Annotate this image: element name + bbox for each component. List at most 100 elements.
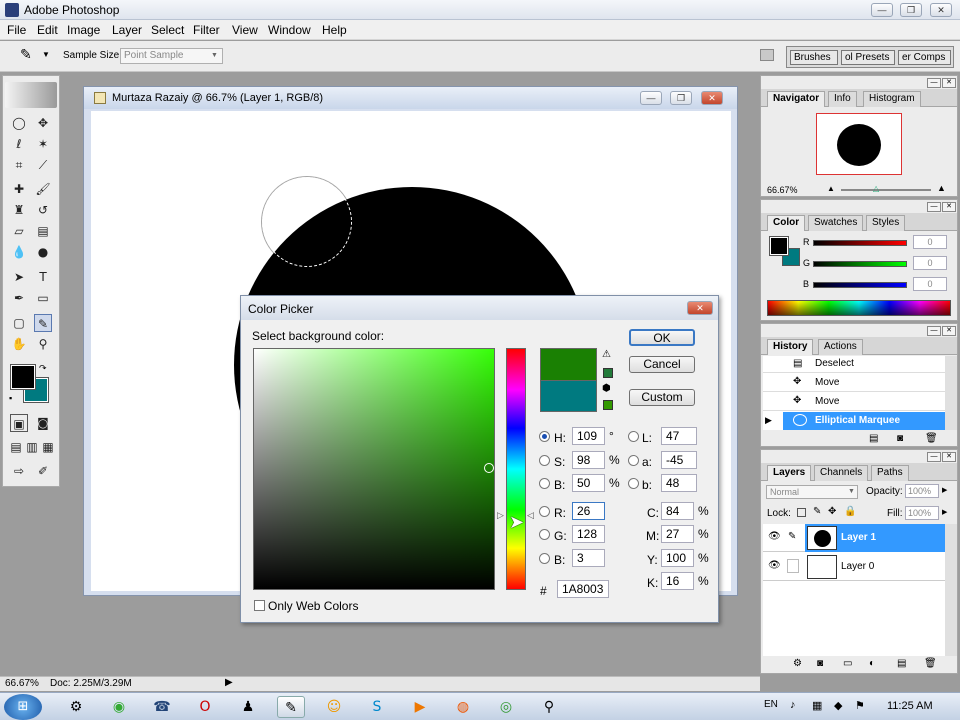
cancel-button[interactable]: Cancel xyxy=(629,356,695,373)
radio-h[interactable] xyxy=(539,431,550,442)
menu-select[interactable]: Select xyxy=(151,23,184,37)
tray-network-icon[interactable]: ▦ xyxy=(812,699,822,712)
close-button[interactable]: ✕ xyxy=(930,3,952,17)
layer-style-icon[interactable]: ◙ xyxy=(817,658,823,669)
panel-foreground-swatch[interactable] xyxy=(769,236,789,256)
shape-tool-icon[interactable]: ▭ xyxy=(34,289,52,307)
taskbar-app-12-icon[interactable]: ⚲ xyxy=(535,696,563,718)
hue-slider-left-arrow[interactable]: ▷ xyxy=(497,510,504,521)
well-tab-brushes[interactable]: Brushes xyxy=(790,50,838,65)
type-tool-icon[interactable]: T xyxy=(34,268,52,286)
gradient-tool-icon[interactable]: ▤ xyxy=(34,222,52,240)
radio-lab-b[interactable] xyxy=(628,478,639,489)
taskbar-skype-icon[interactable]: S xyxy=(363,696,391,718)
web-safe-cube-icon[interactable]: ⬢ xyxy=(602,383,611,394)
new-document-from-state-icon[interactable]: ▤ xyxy=(869,433,878,444)
sample-size-select[interactable]: Point Sample ▼ xyxy=(120,48,223,64)
custom-button[interactable]: Custom xyxy=(629,389,695,406)
minimize-button[interactable]: — xyxy=(871,3,893,17)
field-blue[interactable]: 3 xyxy=(572,549,605,567)
panel-minimize-button[interactable]: — xyxy=(927,78,941,88)
clock[interactable]: 11:25 AM xyxy=(887,700,933,712)
panel-close-button[interactable]: ✕ xyxy=(942,78,956,88)
fill-field[interactable]: 100% xyxy=(905,506,939,520)
history-item-active[interactable]: ▶ Elliptical Marquee xyxy=(765,412,945,430)
taskbar-messenger-icon[interactable]: ☺ xyxy=(320,696,348,718)
new-group-icon[interactable]: ▭ xyxy=(843,658,852,669)
web-safe-swatch[interactable] xyxy=(603,400,613,410)
doc-minimize-button[interactable]: — xyxy=(640,91,662,105)
lock-transparency-icon[interactable] xyxy=(797,508,806,517)
gamut-warning-icon[interactable]: ⚠ xyxy=(602,349,611,360)
crop-tool-icon[interactable]: ⌗ xyxy=(10,156,28,174)
zoom-slider[interactable] xyxy=(841,189,931,191)
magic-wand-icon[interactable]: ✶ xyxy=(34,135,52,153)
tab-history[interactable]: History xyxy=(767,339,814,355)
brush-link-icon[interactable]: ✎ xyxy=(788,531,796,542)
well-tab-layer-comps[interactable]: er Comps xyxy=(898,50,951,65)
doc-maximize-button[interactable]: ❐ xyxy=(670,91,692,105)
slice-tool-icon[interactable]: ⟋ xyxy=(34,156,52,174)
history-item[interactable]: ▤ Deselect xyxy=(763,356,945,373)
layers-minimize-button[interactable]: — xyxy=(927,452,941,462)
file-browser-icon[interactable] xyxy=(760,49,774,61)
lock-all-icon[interactable]: 🔒 xyxy=(844,506,856,517)
field-r[interactable]: 26 xyxy=(572,502,605,520)
color-panel-close-button[interactable]: ✕ xyxy=(942,202,956,212)
field-s[interactable]: 98 xyxy=(572,451,605,469)
doc-close-button[interactable]: ✕ xyxy=(701,91,723,105)
field-channel-r[interactable]: 0 xyxy=(913,235,947,249)
hand-tool-icon[interactable]: ✋ xyxy=(10,335,28,353)
taskbar-opera-icon[interactable]: O xyxy=(191,696,219,718)
tray-app-icon[interactable]: ◆ xyxy=(834,699,842,712)
screen-mode-full-icon[interactable]: ▦ xyxy=(39,438,57,456)
taskbar-app-5-icon[interactable]: ♟ xyxy=(234,696,262,718)
eyedropper-icon[interactable]: ✎ xyxy=(20,47,32,63)
marquee-tool-icon[interactable]: ◯ xyxy=(10,114,28,132)
tab-actions[interactable]: Actions xyxy=(818,339,863,355)
history-close-button[interactable]: ✕ xyxy=(942,326,956,336)
new-snapshot-icon[interactable]: ◙ xyxy=(897,433,903,444)
current-color-swatch[interactable] xyxy=(540,380,597,412)
color-panel-minimize-button[interactable]: — xyxy=(927,202,941,212)
taskbar-chrome-icon[interactable]: ◎ xyxy=(492,696,520,718)
visibility-eye-icon[interactable]: 👁 xyxy=(768,531,781,542)
move-tool-icon[interactable]: ✥ xyxy=(34,114,52,132)
pen-tool-icon[interactable]: ✒ xyxy=(10,289,28,307)
status-menu-arrow-icon[interactable]: ▶ xyxy=(225,677,233,688)
eraser-tool-icon[interactable]: ▱ xyxy=(10,222,28,240)
feather-logo[interactable] xyxy=(5,82,57,108)
color-field[interactable] xyxy=(253,348,495,590)
field-channel-g[interactable]: 0 xyxy=(913,256,947,270)
opacity-field[interactable]: 100% xyxy=(905,484,939,498)
field-y[interactable]: 100 xyxy=(661,549,694,567)
default-colors-icon[interactable]: ▪ xyxy=(9,393,12,403)
taskbar-app-2-icon[interactable]: ◉ xyxy=(105,696,133,718)
brush-tool-icon[interactable]: 🖌 xyxy=(34,180,52,198)
navigator-thumbnail[interactable] xyxy=(816,113,902,175)
radio-blue[interactable] xyxy=(539,553,550,564)
quick-mask-icon[interactable]: ◙ xyxy=(34,414,52,432)
history-minimize-button[interactable]: — xyxy=(927,326,941,336)
menu-image[interactable]: Image xyxy=(67,23,100,37)
taskbar-photoshop-icon[interactable]: ✎ xyxy=(277,696,305,718)
blur-tool-icon[interactable]: 💧 xyxy=(10,243,28,261)
ok-button[interactable]: OK xyxy=(629,329,695,346)
web-colors-checkbox[interactable] xyxy=(254,600,265,611)
menu-filter[interactable]: Filter xyxy=(193,23,220,37)
path-selection-icon[interactable]: ➤ xyxy=(10,268,28,286)
history-item[interactable]: ✥ Move xyxy=(763,374,945,392)
tab-color[interactable]: Color xyxy=(767,215,806,231)
status-zoom[interactable]: 66.67% xyxy=(5,678,39,689)
color-field-cursor[interactable] xyxy=(484,463,494,473)
menu-layer[interactable]: Layer xyxy=(112,23,142,37)
taskbar-media-icon[interactable]: ▶ xyxy=(406,696,434,718)
tab-info[interactable]: Info xyxy=(828,91,857,107)
start-button[interactable]: ⊞ xyxy=(4,694,42,720)
tab-histogram[interactable]: Histogram xyxy=(863,91,921,107)
dodge-tool-icon[interactable]: ● xyxy=(34,243,52,261)
tray-volume-icon[interactable]: ♪ xyxy=(790,699,796,711)
zoom-tool-icon[interactable]: ⚲ xyxy=(34,335,52,353)
radio-s[interactable] xyxy=(539,455,550,466)
tab-layers[interactable]: Layers xyxy=(767,465,812,481)
